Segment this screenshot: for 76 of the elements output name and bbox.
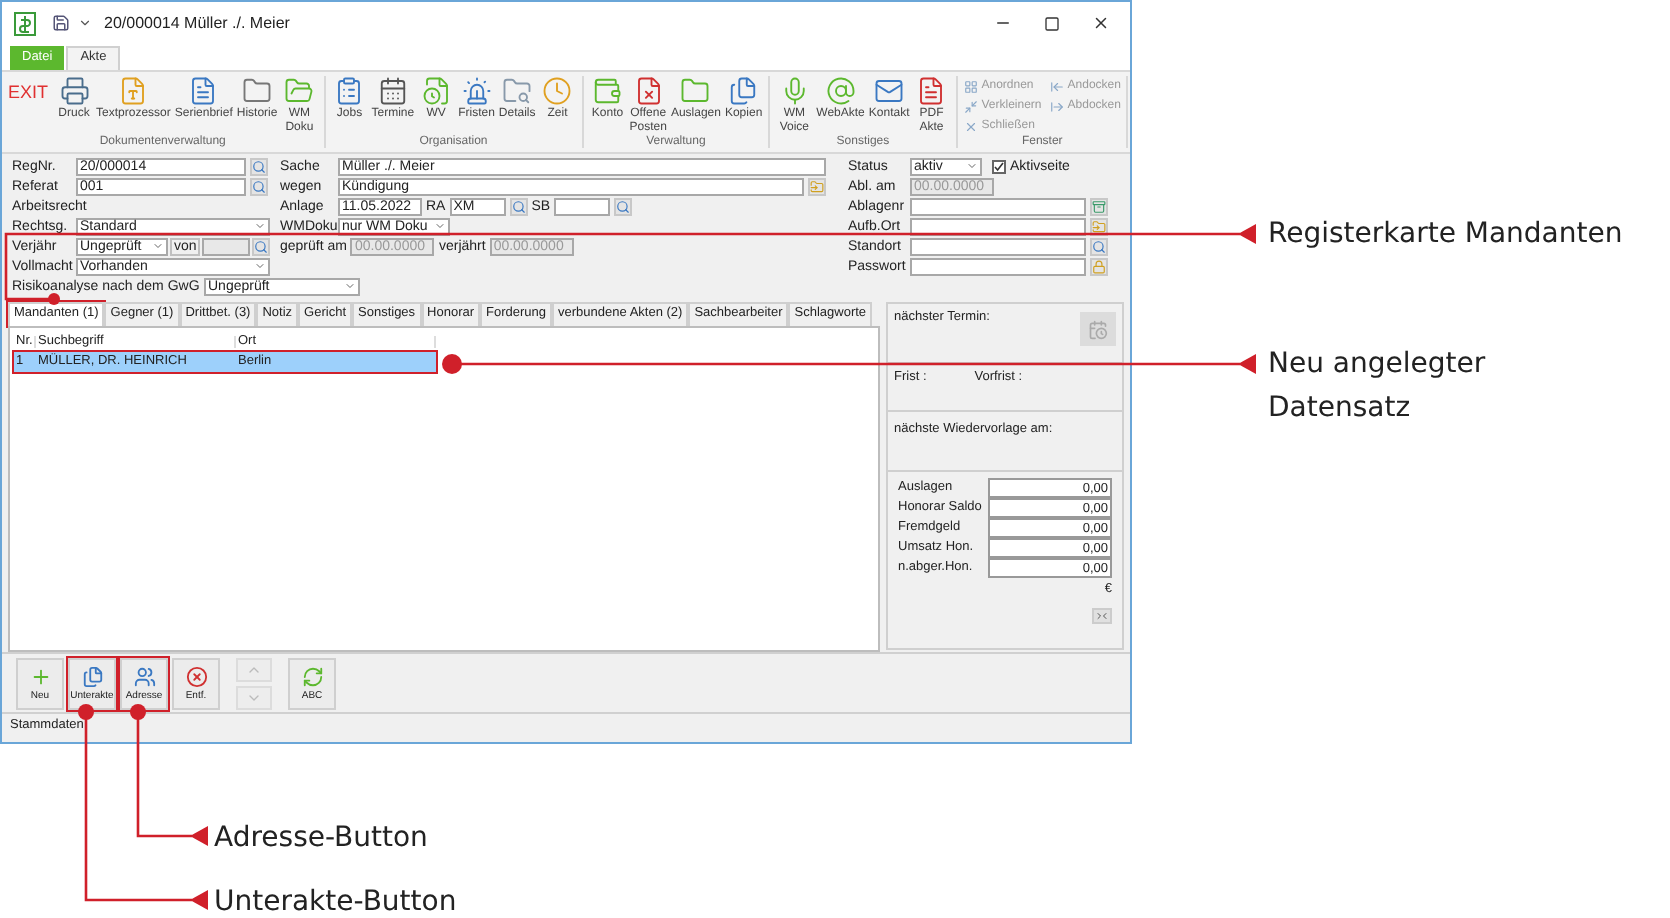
list-icon — [334, 76, 365, 106]
search-button[interactable] — [252, 237, 270, 255]
document-icon — [421, 76, 452, 106]
refresh-icon — [301, 665, 323, 687]
check-icon — [994, 161, 1004, 171]
input-field[interactable] — [910, 257, 1086, 275]
search-button[interactable] — [509, 197, 528, 215]
caret-icon — [966, 160, 978, 172]
folder-icon — [284, 76, 315, 106]
documents-icon — [81, 665, 103, 687]
delete-icon — [185, 665, 207, 687]
shrink-icon — [963, 99, 978, 113]
folder-icon — [242, 76, 273, 106]
folder-icon — [502, 76, 533, 106]
document-icon — [916, 76, 947, 106]
input-field[interactable] — [202, 237, 250, 255]
search-icon — [252, 179, 266, 193]
folder-icon — [810, 179, 824, 193]
microphone-icon — [779, 76, 810, 106]
documents-icon — [728, 76, 759, 106]
search-button[interactable] — [250, 157, 268, 175]
siren-icon — [461, 76, 492, 106]
input-field[interactable] — [554, 197, 611, 215]
calendar-icon — [377, 76, 408, 106]
maximize-icon[interactable] — [1044, 15, 1060, 31]
close-icon — [963, 119, 978, 133]
input-field[interactable] — [910, 237, 1086, 255]
envelope-icon — [874, 76, 905, 106]
search-button[interactable] — [250, 177, 268, 195]
annotation-text: Adresse-Button — [214, 820, 430, 858]
checkbox[interactable] — [992, 159, 1006, 173]
arrow-icon — [1049, 99, 1064, 113]
caret-icon — [254, 220, 266, 232]
search-button[interactable] — [614, 197, 633, 215]
annotation-text: Registerkarte Mandanten — [1268, 216, 1625, 254]
folder-icon — [1092, 219, 1106, 233]
search-icon — [511, 199, 526, 213]
search-icon — [252, 159, 266, 173]
close-icon[interactable] — [1092, 14, 1110, 32]
lock-icon — [1092, 259, 1106, 273]
document-icon — [118, 76, 149, 106]
collapse-button[interactable] — [1092, 607, 1112, 623]
calendar-icon — [1088, 319, 1108, 339]
caret-icon[interactable] — [78, 16, 92, 30]
search-icon — [1092, 239, 1106, 253]
exit-button[interactable]: EXIT — [8, 84, 49, 102]
save-icon[interactable] — [52, 14, 70, 32]
clock-icon — [542, 76, 573, 106]
search-icon — [254, 239, 268, 253]
wallet-icon — [592, 76, 623, 106]
app-icon — [14, 11, 36, 35]
at-sign-icon — [825, 76, 856, 106]
plus-icon — [29, 665, 51, 687]
caret-icon — [434, 220, 446, 232]
folder-button[interactable] — [808, 177, 826, 195]
grid-icon — [963, 79, 978, 93]
caret-icon — [344, 280, 356, 292]
document-icon — [633, 76, 664, 106]
people-icon — [133, 665, 155, 687]
field-button[interactable] — [1090, 197, 1108, 215]
caret-icon — [152, 240, 164, 252]
arrow-icon — [1049, 79, 1064, 93]
annotation-text: Unterakte-Button — [214, 884, 459, 918]
field-button[interactable] — [1090, 257, 1108, 275]
archive-icon — [1092, 199, 1106, 213]
annotation-text: Neu angelegter Datensatz — [1268, 346, 1488, 428]
field-button[interactable] — [1090, 237, 1108, 255]
document-icon — [188, 76, 219, 106]
search-icon — [616, 199, 631, 213]
caret-icon — [254, 260, 266, 272]
window-title: 20/000014 Müller ./. Meier — [104, 11, 290, 35]
collapse-icon — [1096, 609, 1108, 621]
input-field[interactable] — [910, 197, 1086, 215]
printer-icon — [59, 76, 90, 106]
folder-icon — [680, 76, 711, 106]
calendar-button[interactable] — [1080, 312, 1116, 346]
